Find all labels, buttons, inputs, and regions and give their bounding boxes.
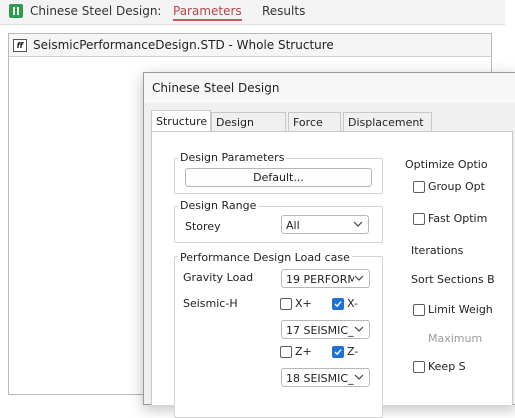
seismic-z-value: 18 SEISMIC_F	[286, 372, 354, 385]
z-minus-checkbox[interactable]	[332, 346, 344, 358]
group-optimize-label: Group Opt	[428, 180, 485, 193]
limit-weight-checkbox[interactable]	[413, 304, 425, 316]
sort-sections-label: Sort Sections B	[411, 273, 495, 286]
z-plus-checkbox[interactable]	[280, 346, 292, 358]
x-minus-checkbox[interactable]	[332, 298, 344, 310]
storey-label: Storey	[185, 220, 221, 233]
z-minus-label: Z-	[347, 345, 359, 358]
gravity-load-label: Gravity Load	[183, 271, 254, 284]
gravity-load-value: 19 PERFORMA	[286, 273, 354, 286]
app-title: Chinese Steel Design:	[30, 4, 162, 18]
document-icon: ff	[13, 39, 27, 52]
seismic-h-select[interactable]: 17 SEISMIC_F	[281, 320, 370, 339]
design-parameters-legend: Design Parameters	[178, 151, 287, 164]
iterations-label: Iterations	[411, 244, 464, 257]
tab-force-lc[interactable]: Force LC	[288, 112, 341, 148]
structure-tab-panel: Design Parameters Default... Design Rang…	[151, 131, 513, 418]
chevron-down-icon	[354, 275, 364, 281]
gravity-load-select[interactable]: 19 PERFORMA	[281, 269, 370, 288]
tab-displacement-lc[interactable]: Displacement LC	[343, 112, 432, 148]
performance-load-case-legend: Performance Design Load case	[178, 251, 352, 264]
storey-select[interactable]: All	[281, 215, 369, 234]
document-titlebar: ff SeismicPerformanceDesign.STD - Whole …	[9, 34, 491, 57]
maximum-label: Maximum	[428, 332, 483, 345]
x-minus-label: X-	[347, 297, 358, 310]
chinese-steel-design-dialog: Chinese Steel Design Structure Design Ch…	[143, 72, 515, 418]
group-optimize-checkbox[interactable]	[413, 181, 425, 193]
fast-optimize-checkbox[interactable]	[413, 213, 425, 225]
fast-optimize-label: Fast Optim	[428, 212, 488, 225]
menu-results[interactable]: Results	[262, 4, 305, 18]
app-menubar: Chinese Steel Design: Parameters Results	[0, 0, 505, 25]
dialog-titlebar[interactable]: Chinese Steel Design	[144, 73, 515, 103]
keep-sections-label: Keep S	[428, 360, 466, 373]
z-plus-label: Z+	[295, 345, 312, 358]
limit-weight-label: Limit Weigh	[428, 303, 493, 316]
menu-parameters[interactable]: Parameters	[173, 4, 242, 21]
keep-sections-checkbox[interactable]	[413, 361, 425, 373]
storey-select-value: All	[286, 219, 300, 232]
x-plus-label: X+	[295, 297, 312, 310]
app-logo-icon	[9, 4, 23, 18]
tab-structure[interactable]: Structure	[151, 110, 211, 132]
optimize-options-legend: Optimize Optio	[405, 158, 488, 171]
x-plus-checkbox[interactable]	[280, 298, 292, 310]
seismic-h-value: 17 SEISMIC_F	[286, 324, 354, 337]
seismic-z-select[interactable]: 18 SEISMIC_F	[281, 368, 370, 387]
seismic-h-label: Seismic-H	[183, 297, 238, 310]
document-title: SeismicPerformanceDesign.STD - Whole Str…	[33, 38, 334, 52]
checkmark-icon	[334, 301, 342, 308]
design-range-legend: Design Range	[178, 199, 259, 212]
dialog-title: Chinese Steel Design	[152, 81, 280, 95]
tab-design-checks[interactable]: Design Checks	[211, 112, 286, 148]
chevron-down-icon	[354, 374, 364, 380]
default-button[interactable]: Default...	[185, 168, 372, 187]
checkmark-icon	[334, 349, 342, 356]
chevron-down-icon	[353, 221, 363, 227]
chevron-down-icon	[354, 326, 364, 332]
